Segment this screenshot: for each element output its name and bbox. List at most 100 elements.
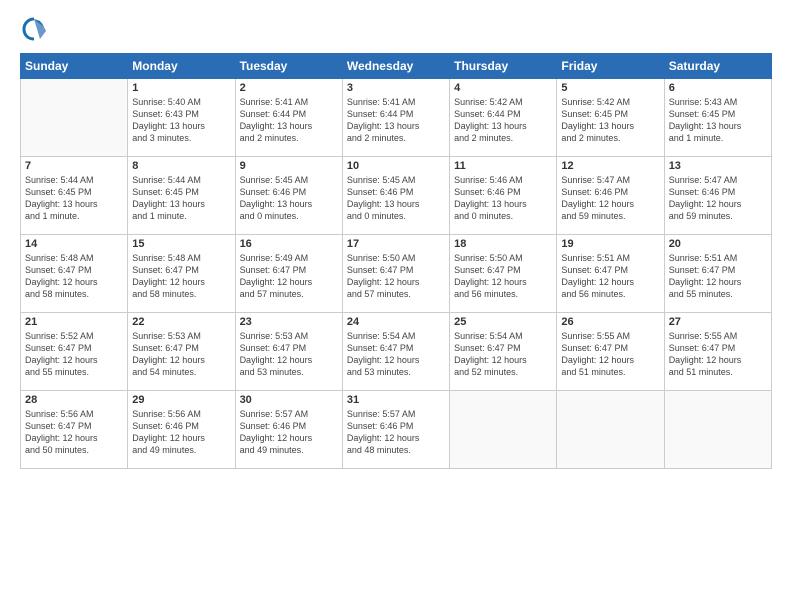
calendar-body: 1 Sunrise: 5:40 AM Sunset: 6:43 PM Daylig… — [21, 79, 772, 469]
day-info: Sunrise: 5:54 AM Sunset: 6:47 PM Dayligh… — [454, 330, 552, 379]
header-thursday: Thursday — [450, 54, 557, 79]
day-info: Sunrise: 5:44 AM Sunset: 6:45 PM Dayligh… — [25, 174, 123, 223]
day-number: 30 — [240, 394, 338, 406]
day-info: Sunrise: 5:41 AM Sunset: 6:44 PM Dayligh… — [240, 96, 338, 145]
day-info: Sunrise: 5:50 AM Sunset: 6:47 PM Dayligh… — [347, 252, 445, 301]
calendar-cell: 26 Sunrise: 5:55 AM Sunset: 6:47 PM Dayli… — [557, 313, 664, 391]
calendar-cell: 6 Sunrise: 5:43 AM Sunset: 6:45 PM Daylig… — [664, 79, 771, 157]
day-info: Sunrise: 5:45 AM Sunset: 6:46 PM Dayligh… — [347, 174, 445, 223]
calendar-cell: 13 Sunrise: 5:47 AM Sunset: 6:46 PM Dayli… — [664, 157, 771, 235]
calendar-cell: 20 Sunrise: 5:51 AM Sunset: 6:47 PM Dayli… — [664, 235, 771, 313]
calendar-cell — [664, 391, 771, 469]
day-number: 12 — [561, 160, 659, 172]
day-info: Sunrise: 5:45 AM Sunset: 6:46 PM Dayligh… — [240, 174, 338, 223]
week-row-3: 14 Sunrise: 5:48 AM Sunset: 6:47 PM Dayli… — [21, 235, 772, 313]
header-row: SundayMondayTuesdayWednesdayThursdayFrid… — [21, 54, 772, 79]
header-monday: Monday — [128, 54, 235, 79]
calendar-cell: 11Sunrise: 5:46 AM Sunset: 6:46 PM Dayli… — [450, 157, 557, 235]
day-number: 4 — [454, 82, 552, 94]
day-number: 26 — [561, 316, 659, 328]
day-info: Sunrise: 5:47 AM Sunset: 6:46 PM Dayligh… — [561, 174, 659, 223]
calendar-cell: 7 Sunrise: 5:44 AM Sunset: 6:45 PM Daylig… — [21, 157, 128, 235]
day-info: Sunrise: 5:44 AM Sunset: 6:45 PM Dayligh… — [132, 174, 230, 223]
day-number: 1 — [132, 82, 230, 94]
day-number: 31 — [347, 394, 445, 406]
calendar-cell: 15 Sunrise: 5:48 AM Sunset: 6:47 PM Dayli… — [128, 235, 235, 313]
calendar-cell: 21 Sunrise: 5:52 AM Sunset: 6:47 PM Dayli… — [21, 313, 128, 391]
header-saturday: Saturday — [664, 54, 771, 79]
day-info: Sunrise: 5:41 AM Sunset: 6:44 PM Dayligh… — [347, 96, 445, 145]
day-info: Sunrise: 5:56 AM Sunset: 6:46 PM Dayligh… — [132, 408, 230, 457]
day-number: 27 — [669, 316, 767, 328]
day-number: 15 — [132, 238, 230, 250]
calendar-page: SundayMondayTuesdayWednesdayThursdayFrid… — [0, 0, 792, 612]
calendar-cell: 10 Sunrise: 5:45 AM Sunset: 6:46 PM Dayli… — [342, 157, 449, 235]
day-info: Sunrise: 5:53 AM Sunset: 6:47 PM Dayligh… — [240, 330, 338, 379]
week-row-5: 28Sunrise: 5:56 AM Sunset: 6:47 PM Dayli… — [21, 391, 772, 469]
calendar-cell: 23 Sunrise: 5:53 AM Sunset: 6:47 PM Dayli… — [235, 313, 342, 391]
calendar-cell — [21, 79, 128, 157]
calendar-cell: 27 Sunrise: 5:55 AM Sunset: 6:47 PM Dayli… — [664, 313, 771, 391]
week-row-1: 1 Sunrise: 5:40 AM Sunset: 6:43 PM Daylig… — [21, 79, 772, 157]
day-info: Sunrise: 5:50 AM Sunset: 6:47 PM Dayligh… — [454, 252, 552, 301]
day-info: Sunrise: 5:48 AM Sunset: 6:47 PM Dayligh… — [132, 252, 230, 301]
day-info: Sunrise: 5:55 AM Sunset: 6:47 PM Dayligh… — [561, 330, 659, 379]
calendar-cell: 2Sunrise: 5:41 AM Sunset: 6:44 PM Daylig… — [235, 79, 342, 157]
day-info: Sunrise: 5:55 AM Sunset: 6:47 PM Dayligh… — [669, 330, 767, 379]
header-tuesday: Tuesday — [235, 54, 342, 79]
day-info: Sunrise: 5:52 AM Sunset: 6:47 PM Dayligh… — [25, 330, 123, 379]
day-info: Sunrise: 5:42 AM Sunset: 6:44 PM Dayligh… — [454, 96, 552, 145]
day-number: 16 — [240, 238, 338, 250]
calendar-cell: 18 Sunrise: 5:50 AM Sunset: 6:47 PM Dayli… — [450, 235, 557, 313]
day-info: Sunrise: 5:40 AM Sunset: 6:43 PM Dayligh… — [132, 96, 230, 145]
day-number: 23 — [240, 316, 338, 328]
day-number: 20 — [669, 238, 767, 250]
calendar-cell: 12 Sunrise: 5:47 AM Sunset: 6:46 PM Dayli… — [557, 157, 664, 235]
calendar-cell: 3Sunrise: 5:41 AM Sunset: 6:44 PM Daylig… — [342, 79, 449, 157]
calendar-cell: 30Sunrise: 5:57 AM Sunset: 6:46 PM Dayli… — [235, 391, 342, 469]
day-number: 21 — [25, 316, 123, 328]
day-info: Sunrise: 5:42 AM Sunset: 6:45 PM Dayligh… — [561, 96, 659, 145]
header — [20, 15, 772, 43]
day-number: 8 — [132, 160, 230, 172]
day-number: 14 — [25, 238, 123, 250]
calendar-cell: 17Sunrise: 5:50 AM Sunset: 6:47 PM Dayli… — [342, 235, 449, 313]
calendar-cell: 1 Sunrise: 5:40 AM Sunset: 6:43 PM Daylig… — [128, 79, 235, 157]
calendar-cell: 22 Sunrise: 5:53 AM Sunset: 6:47 PM Dayli… — [128, 313, 235, 391]
calendar-header: SundayMondayTuesdayWednesdayThursdayFrid… — [21, 54, 772, 79]
day-number: 6 — [669, 82, 767, 94]
day-info: Sunrise: 5:53 AM Sunset: 6:47 PM Dayligh… — [132, 330, 230, 379]
day-number: 18 — [454, 238, 552, 250]
calendar-table: SundayMondayTuesdayWednesdayThursdayFrid… — [20, 53, 772, 469]
day-info: Sunrise: 5:43 AM Sunset: 6:45 PM Dayligh… — [669, 96, 767, 145]
calendar-cell: 4 Sunrise: 5:42 AM Sunset: 6:44 PM Daylig… — [450, 79, 557, 157]
day-info: Sunrise: 5:47 AM Sunset: 6:46 PM Dayligh… — [669, 174, 767, 223]
day-number: 24 — [347, 316, 445, 328]
calendar-cell: 28Sunrise: 5:56 AM Sunset: 6:47 PM Dayli… — [21, 391, 128, 469]
calendar-cell: 14 Sunrise: 5:48 AM Sunset: 6:47 PM Dayli… — [21, 235, 128, 313]
day-info: Sunrise: 5:49 AM Sunset: 6:47 PM Dayligh… — [240, 252, 338, 301]
calendar-cell: 8 Sunrise: 5:44 AM Sunset: 6:45 PM Daylig… — [128, 157, 235, 235]
header-wednesday: Wednesday — [342, 54, 449, 79]
calendar-cell: 5 Sunrise: 5:42 AM Sunset: 6:45 PM Daylig… — [557, 79, 664, 157]
calendar-cell: 29Sunrise: 5:56 AM Sunset: 6:46 PM Dayli… — [128, 391, 235, 469]
header-friday: Friday — [557, 54, 664, 79]
day-info: Sunrise: 5:46 AM Sunset: 6:46 PM Dayligh… — [454, 174, 552, 223]
day-number: 7 — [25, 160, 123, 172]
calendar-cell — [450, 391, 557, 469]
day-number: 19 — [561, 238, 659, 250]
day-number: 5 — [561, 82, 659, 94]
day-info: Sunrise: 5:54 AM Sunset: 6:47 PM Dayligh… — [347, 330, 445, 379]
day-number: 9 — [240, 160, 338, 172]
day-number: 13 — [669, 160, 767, 172]
day-info: Sunrise: 5:48 AM Sunset: 6:47 PM Dayligh… — [25, 252, 123, 301]
day-number: 10 — [347, 160, 445, 172]
day-info: Sunrise: 5:51 AM Sunset: 6:47 PM Dayligh… — [561, 252, 659, 301]
day-number: 22 — [132, 316, 230, 328]
week-row-4: 21 Sunrise: 5:52 AM Sunset: 6:47 PM Dayli… — [21, 313, 772, 391]
calendar-cell: 16 Sunrise: 5:49 AM Sunset: 6:47 PM Dayli… — [235, 235, 342, 313]
logo — [20, 15, 52, 43]
calendar-cell: 19 Sunrise: 5:51 AM Sunset: 6:47 PM Dayli… — [557, 235, 664, 313]
day-info: Sunrise: 5:56 AM Sunset: 6:47 PM Dayligh… — [25, 408, 123, 457]
day-info: Sunrise: 5:51 AM Sunset: 6:47 PM Dayligh… — [669, 252, 767, 301]
